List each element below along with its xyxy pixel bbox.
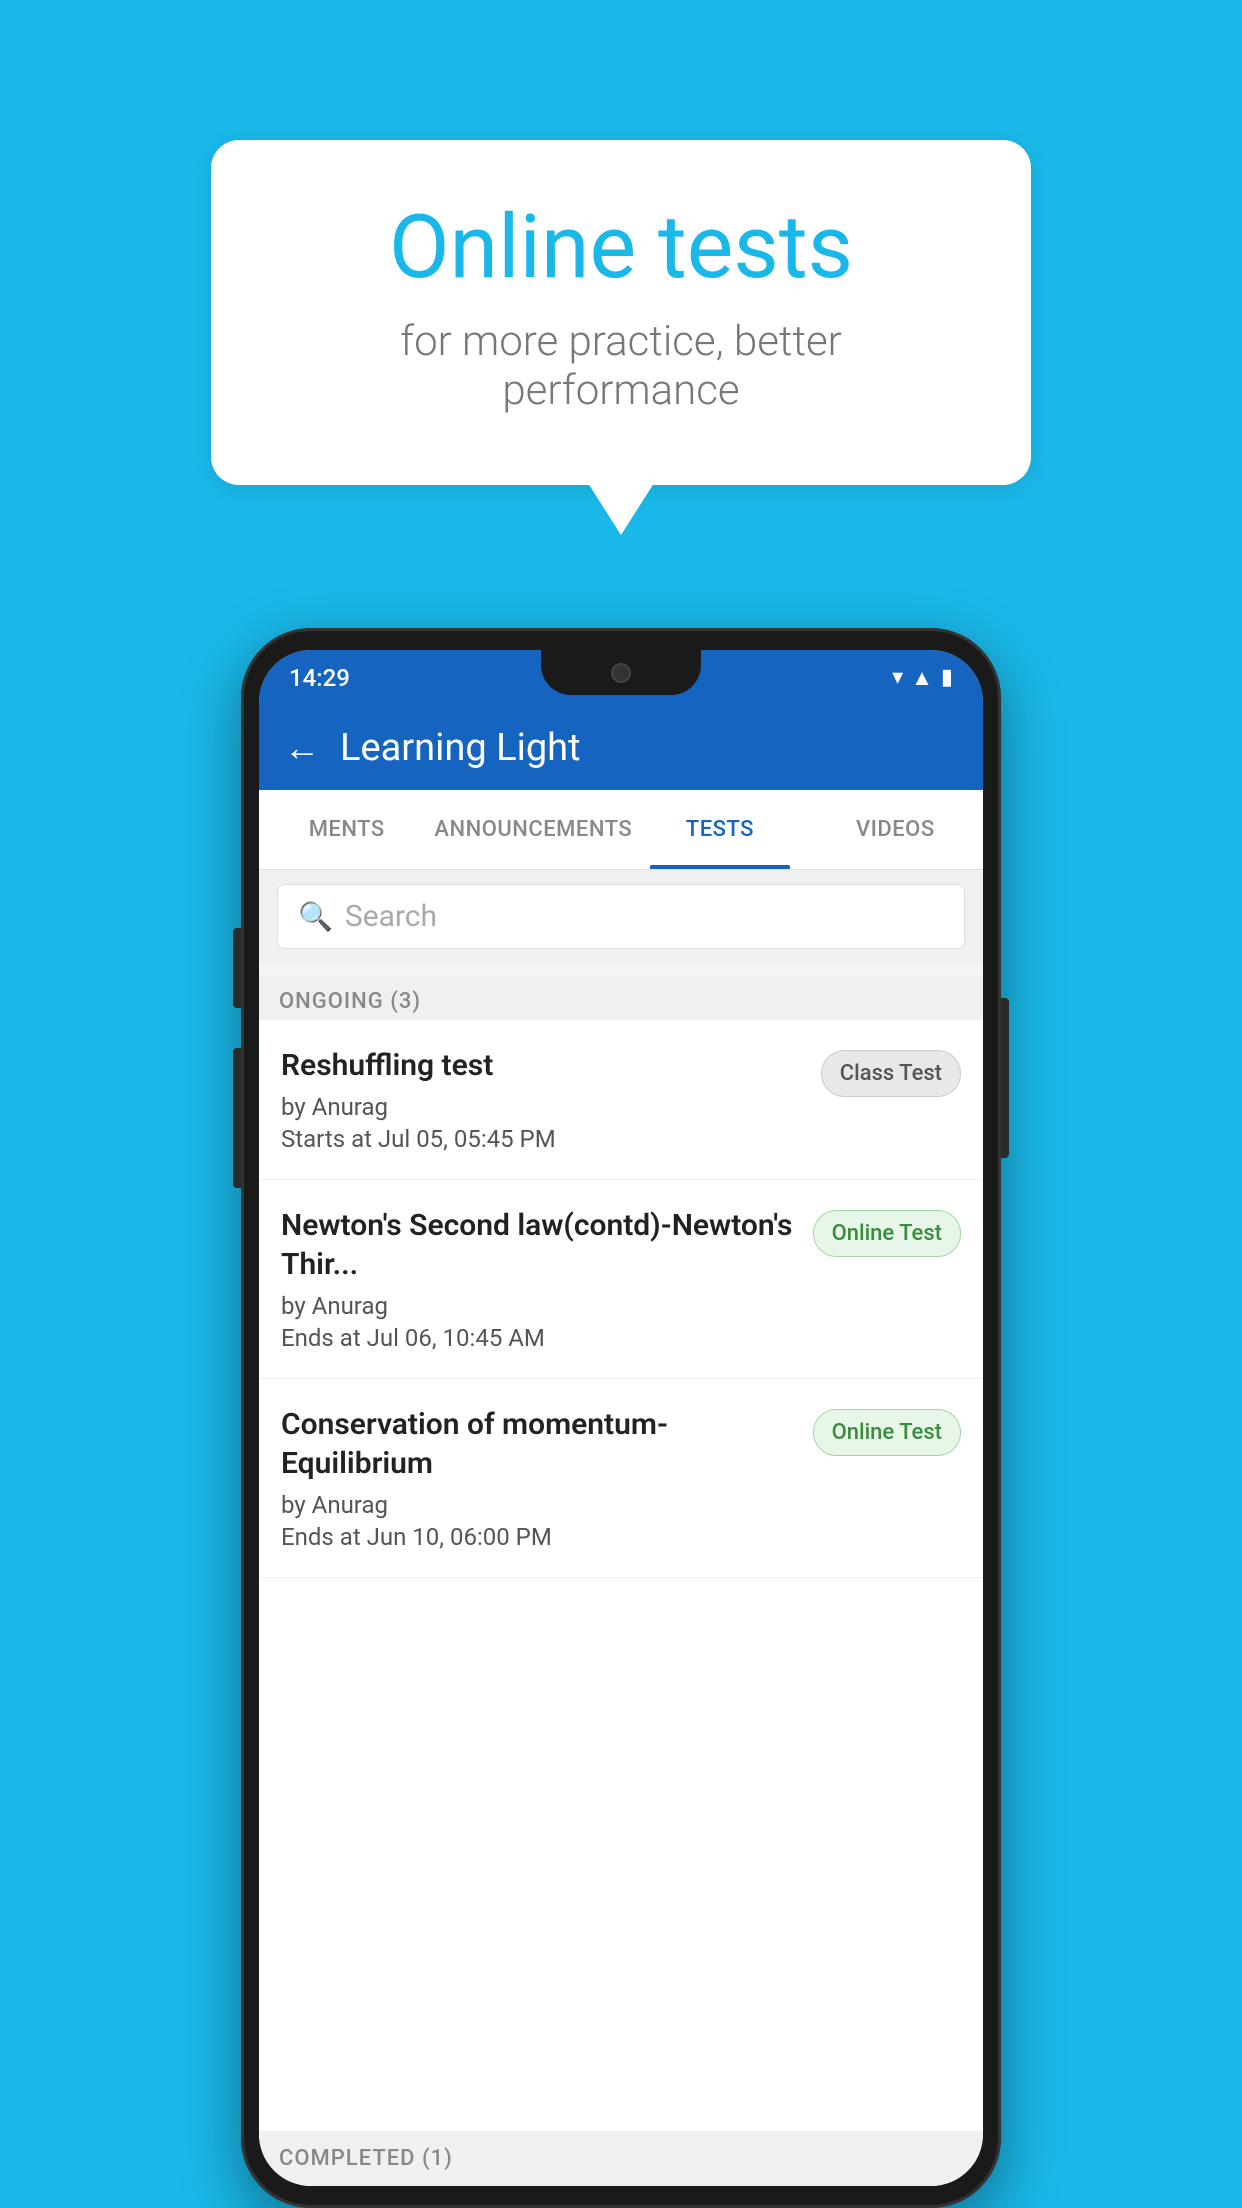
back-button[interactable]: ←: [284, 727, 320, 769]
volume-up-button: [233, 928, 241, 1008]
power-button: [1001, 998, 1009, 1158]
volume-down-button: [233, 1048, 241, 1188]
wifi-icon: ▾: [892, 665, 903, 690]
tab-videos[interactable]: VIDEOS: [808, 790, 983, 869]
bubble-subtitle: for more practice, better performance: [291, 317, 951, 415]
search-placeholder: Search: [345, 899, 437, 934]
test-info-conservation: Conservation of momentum-Equilibrium by …: [281, 1405, 801, 1551]
phone-frame: 14:29 ▾ ▲ ▮ ← Learning Light MENTS ANNOU…: [241, 628, 1001, 2208]
completed-label: COMPLETED (1): [279, 2146, 453, 2171]
camera: [611, 663, 631, 683]
phone-screen: 14:29 ▾ ▲ ▮ ← Learning Light MENTS ANNOU…: [259, 650, 983, 2186]
phone-notch: [541, 650, 701, 695]
tab-tests[interactable]: TESTS: [632, 790, 807, 869]
signal-icon: ▲: [911, 665, 933, 691]
status-time: 14:29: [289, 664, 350, 692]
test-info-newtons: Newton's Second law(contd)-Newton's Thir…: [281, 1206, 801, 1352]
test-date-newtons: Ends at Jul 06, 10:45 AM: [281, 1324, 801, 1352]
search-bar: 🔍 Search: [259, 870, 983, 963]
test-item-conservation[interactable]: Conservation of momentum-Equilibrium by …: [259, 1379, 983, 1578]
test-list: Reshuffling test by Anurag Starts at Jul…: [259, 1020, 983, 2186]
search-input-wrapper[interactable]: 🔍 Search: [277, 884, 965, 949]
app-title: Learning Light: [340, 726, 581, 770]
phone-mockup: 14:29 ▾ ▲ ▮ ← Learning Light MENTS ANNOU…: [241, 628, 1001, 2208]
promo-card: Online tests for more practice, better p…: [211, 140, 1031, 485]
test-author-reshuffling: by Anurag: [281, 1093, 809, 1121]
test-item-newtons[interactable]: Newton's Second law(contd)-Newton's Thir…: [259, 1180, 983, 1379]
app-header: ← Learning Light: [259, 705, 983, 790]
test-item-reshuffling[interactable]: Reshuffling test by Anurag Starts at Jul…: [259, 1020, 983, 1180]
test-tag-conservation: Online Test: [813, 1409, 961, 1456]
test-date-reshuffling: Starts at Jul 05, 05:45 PM: [281, 1125, 809, 1153]
speech-bubble: Online tests for more practice, better p…: [211, 140, 1031, 485]
test-date-conservation: Ends at Jun 10, 06:00 PM: [281, 1523, 801, 1551]
bubble-title: Online tests: [291, 200, 951, 297]
test-name-newtons: Newton's Second law(contd)-Newton's Thir…: [281, 1206, 801, 1284]
test-author-conservation: by Anurag: [281, 1491, 801, 1519]
test-tag-newtons: Online Test: [813, 1210, 961, 1257]
test-name-reshuffling: Reshuffling test: [281, 1046, 809, 1085]
ongoing-label: ONGOING (3): [279, 989, 421, 1014]
test-info-reshuffling: Reshuffling test by Anurag Starts at Jul…: [281, 1046, 809, 1153]
tab-ments[interactable]: MENTS: [259, 790, 434, 869]
test-name-conservation: Conservation of momentum-Equilibrium: [281, 1405, 801, 1483]
tab-announcements[interactable]: ANNOUNCEMENTS: [434, 790, 632, 869]
test-author-newtons: by Anurag: [281, 1292, 801, 1320]
tab-bar: MENTS ANNOUNCEMENTS TESTS VIDEOS: [259, 790, 983, 870]
completed-section-header: COMPLETED (1): [259, 2131, 983, 2186]
battery-icon: ▮: [941, 665, 953, 690]
test-tag-reshuffling: Class Test: [821, 1050, 961, 1097]
status-icons: ▾ ▲ ▮: [892, 665, 953, 691]
search-icon: 🔍: [298, 900, 333, 933]
